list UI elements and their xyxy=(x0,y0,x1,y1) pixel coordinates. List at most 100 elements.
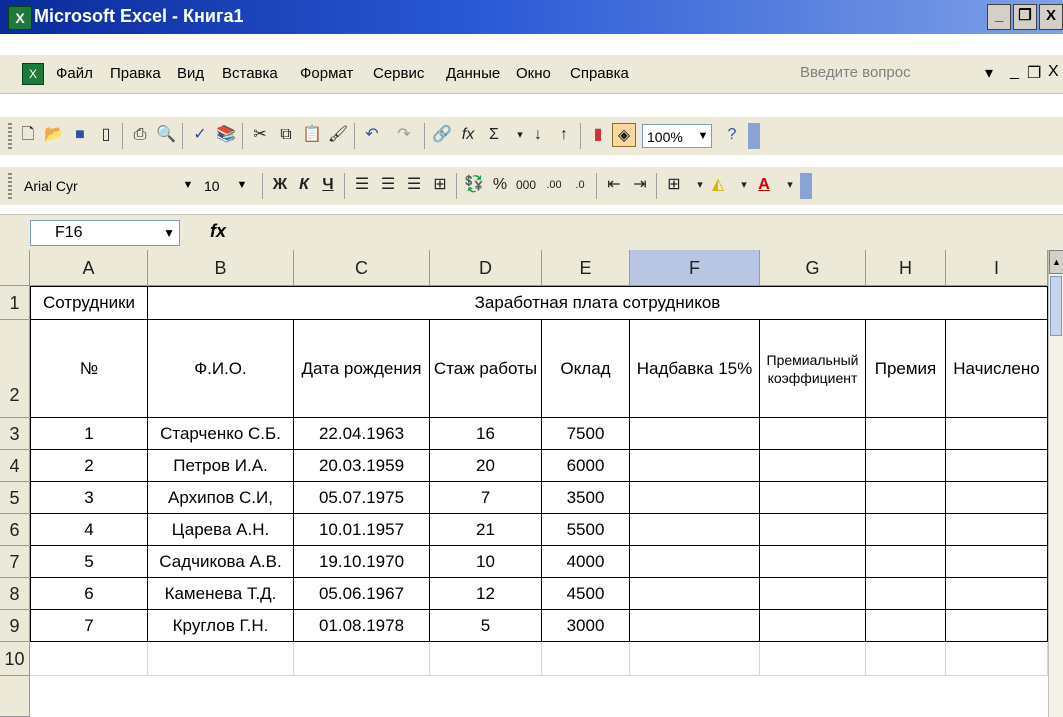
restore-button[interactable]: ❐ xyxy=(1013,4,1037,30)
cell-bonus-coefficient[interactable] xyxy=(760,418,866,450)
menu-format[interactable]: Формат xyxy=(300,65,353,82)
cut-icon[interactable]: ✂ xyxy=(248,123,272,147)
cell-bonus-coefficient[interactable] xyxy=(760,482,866,514)
menu-data[interactable]: Данные xyxy=(446,65,500,82)
cell-salary[interactable]: 4500 xyxy=(542,578,630,610)
row-header-3[interactable]: 3 xyxy=(0,418,30,450)
currency-icon[interactable]: 💱 xyxy=(462,173,486,197)
cell-birth-date[interactable]: 20.03.1959 xyxy=(294,450,430,482)
cell-number[interactable]: 3 xyxy=(30,482,148,514)
permission-icon[interactable]: ▯ xyxy=(94,123,118,147)
cell-name[interactable]: Круглов Г.Н. xyxy=(148,610,294,642)
save-icon[interactable]: ■ xyxy=(68,123,92,147)
row-header-8[interactable]: 8 xyxy=(0,578,30,610)
row-header-9[interactable]: 9 xyxy=(0,610,30,642)
align-left-icon[interactable]: ☰ xyxy=(350,173,374,197)
toolbar-options-icon[interactable] xyxy=(800,173,812,199)
align-right-icon[interactable]: ☰ xyxy=(402,173,426,197)
cell-bonus-coefficient[interactable] xyxy=(760,514,866,546)
minimize-button[interactable]: _ xyxy=(987,4,1011,30)
hyperlink-icon[interactable]: 🔗 xyxy=(430,123,454,147)
open-folder-icon[interactable]: 📂 xyxy=(42,123,66,147)
format-painter-icon[interactable]: 🖌 xyxy=(326,123,350,147)
increase-decimal-icon[interactable]: .00 xyxy=(542,173,566,197)
zoom-select[interactable]: 100% ▼ xyxy=(642,124,712,148)
help-dropdown-icon[interactable]: ▾ xyxy=(985,63,993,83)
help-icon[interactable]: ? xyxy=(720,123,744,147)
table-cell[interactable] xyxy=(542,642,630,676)
cell-experience[interactable]: 5 xyxy=(430,610,542,642)
row-header-6[interactable]: 6 xyxy=(0,514,30,546)
increase-indent-icon[interactable]: ⇥ xyxy=(628,173,652,197)
underline-button[interactable]: Ч xyxy=(316,173,340,197)
cell-birth-date[interactable]: 10.01.1957 xyxy=(294,514,430,546)
table-cell[interactable] xyxy=(430,642,542,676)
cell-accrued[interactable] xyxy=(946,514,1048,546)
name-box[interactable]: F16 ▼ xyxy=(30,220,180,246)
cell-birth-date[interactable]: 01.08.1978 xyxy=(294,610,430,642)
row-header-5[interactable]: 5 xyxy=(0,482,30,514)
header-birth-date[interactable]: Дата рождения xyxy=(294,320,430,418)
decrease-indent-icon[interactable]: ⇤ xyxy=(602,173,626,197)
cell-bonus-coefficient[interactable] xyxy=(760,578,866,610)
table-cell[interactable] xyxy=(630,642,760,676)
scroll-up-icon[interactable]: ▲ xyxy=(1049,250,1063,274)
cell-allowance[interactable] xyxy=(630,450,760,482)
scroll-thumb[interactable] xyxy=(1050,276,1062,336)
excel-app-icon[interactable]: X xyxy=(8,6,32,30)
spelling-icon[interactable]: ✓ xyxy=(188,123,212,147)
column-header-e[interactable]: E xyxy=(542,250,630,286)
cell-accrued[interactable] xyxy=(946,546,1048,578)
row-header-4[interactable]: 4 xyxy=(0,450,30,482)
cell-number[interactable]: 7 xyxy=(30,610,148,642)
font-color-icon[interactable]: A xyxy=(752,173,776,197)
toolbar-grip[interactable] xyxy=(8,173,12,199)
cell-bonus[interactable] xyxy=(866,546,946,578)
cell-birth-date[interactable]: 05.07.1975 xyxy=(294,482,430,514)
cell-name[interactable]: Садчикова А.В. xyxy=(148,546,294,578)
column-header-a[interactable]: A xyxy=(30,250,148,286)
cell-allowance[interactable] xyxy=(630,482,760,514)
cell-allowance[interactable] xyxy=(630,418,760,450)
column-header-h[interactable]: H xyxy=(866,250,946,286)
font-size-select[interactable]: 10 ▼ xyxy=(200,174,250,198)
italic-button[interactable]: К xyxy=(292,173,316,197)
document-icon[interactable]: X xyxy=(22,63,44,85)
cell-salary[interactable]: 6000 xyxy=(542,450,630,482)
cell-accrued[interactable] xyxy=(946,450,1048,482)
cell-name[interactable]: Петров И.А. xyxy=(148,450,294,482)
cell-name[interactable]: Каменева Т.Д. xyxy=(148,578,294,610)
decrease-decimal-icon[interactable]: .0 xyxy=(568,173,592,197)
table-title-cell[interactable]: Заработная плата сотрудников xyxy=(148,286,1048,320)
header-accrued[interactable]: Начислено xyxy=(946,320,1048,418)
table-cell[interactable] xyxy=(148,642,294,676)
cell-birth-date[interactable]: 19.10.1970 xyxy=(294,546,430,578)
table-cell[interactable] xyxy=(760,642,866,676)
column-header-i[interactable]: I xyxy=(946,250,1048,286)
cell-number[interactable]: 6 xyxy=(30,578,148,610)
new-document-icon[interactable]: 🗋 xyxy=(16,123,40,147)
cell-bonus-coefficient[interactable] xyxy=(760,546,866,578)
cell-bonus[interactable] xyxy=(866,514,946,546)
row-header-2[interactable]: 2 xyxy=(0,320,30,418)
doc-minimize-button[interactable]: _ xyxy=(1010,63,1019,81)
doc-close-button[interactable]: X xyxy=(1048,63,1059,81)
print-icon[interactable]: ⎙ xyxy=(128,123,152,147)
cell-birth-date[interactable]: 22.04.1963 xyxy=(294,418,430,450)
row-header-11[interactable] xyxy=(0,676,30,717)
doc-restore-button[interactable]: ❐ xyxy=(1027,63,1041,83)
cell-accrued[interactable] xyxy=(946,418,1048,450)
redo-icon[interactable]: ↷ xyxy=(392,123,416,147)
cell-salary[interactable]: 3500 xyxy=(542,482,630,514)
cell-accrued[interactable] xyxy=(946,482,1048,514)
menu-tools[interactable]: Сервис xyxy=(373,65,424,82)
row-header-1[interactable]: 1 xyxy=(0,286,30,320)
column-header-b[interactable]: B xyxy=(148,250,294,286)
table-cell[interactable] xyxy=(294,642,430,676)
cell-number[interactable]: 4 xyxy=(30,514,148,546)
cell-name[interactable]: Старченко С.Б. xyxy=(148,418,294,450)
cell-experience[interactable]: 10 xyxy=(430,546,542,578)
cell-salary[interactable]: 4000 xyxy=(542,546,630,578)
cell-bonus-coefficient[interactable] xyxy=(760,610,866,642)
menu-help[interactable]: Справка xyxy=(570,65,629,82)
